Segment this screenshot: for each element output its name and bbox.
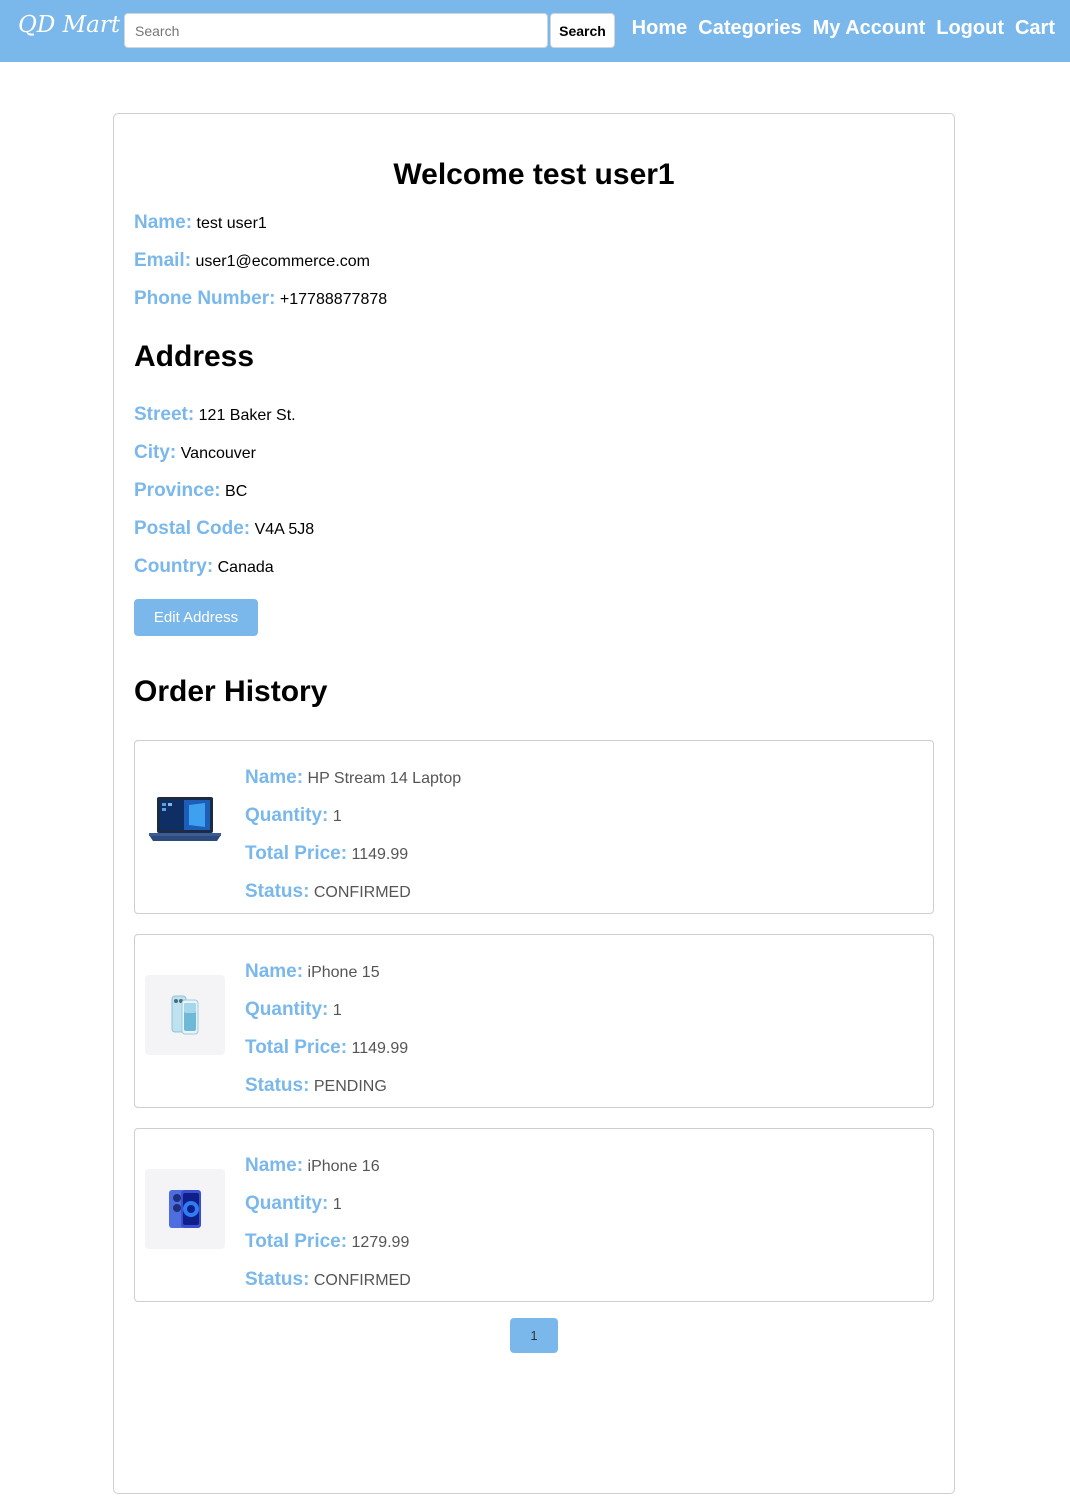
product-image <box>145 1169 225 1249</box>
edit-address-button[interactable]: Edit Address <box>134 599 258 636</box>
field-label: Total Price: <box>245 1037 348 1058</box>
order-status-value: CONFIRMED <box>313 884 411 901</box>
phone-icon <box>171 995 199 1035</box>
order-total-row: Total Price: 1149.99 <box>245 843 408 865</box>
search-input[interactable] <box>124 13 548 48</box>
order-total-value: 1279.99 <box>351 1234 410 1251</box>
order-name-value: iPhone 16 <box>307 1158 380 1175</box>
field-label: Total Price: <box>245 843 348 864</box>
order-status-value: PENDING <box>313 1078 387 1095</box>
order-history-heading: Order History <box>134 675 328 708</box>
field-label: Status: <box>245 881 310 902</box>
order-name-value: HP Stream 14 Laptop <box>307 770 462 787</box>
order-status-row: Status: CONFIRMED <box>245 881 411 903</box>
account-phone-row: Phone Number: +17788877878 <box>134 288 387 310</box>
address-country-value: Canada <box>217 559 274 576</box>
field-label: Status: <box>245 1269 310 1290</box>
address-street-row: Street: 121 Baker St. <box>134 404 296 426</box>
order-name-row: Name: iPhone 16 <box>245 1155 380 1177</box>
account-name-value: test user1 <box>196 215 267 232</box>
order-quantity-value: 1 <box>332 1196 342 1213</box>
order-total-row: Total Price: 1279.99 <box>245 1231 409 1253</box>
field-label: Street: <box>134 404 195 425</box>
navbar: QD Mart Search Home Categories My Accoun… <box>0 0 1070 62</box>
product-image <box>145 781 225 861</box>
address-city-value: Vancouver <box>180 445 256 462</box>
welcome-heading: Welcome test user1 <box>393 158 675 191</box>
field-label: Quantity: <box>245 805 329 826</box>
nav-categories-link[interactable]: Categories <box>698 17 801 40</box>
nav-links: Home Categories My Account Logout Cart <box>632 17 1055 40</box>
search-button[interactable]: Search <box>550 13 615 48</box>
nav-home-link[interactable]: Home <box>632 17 688 40</box>
order-card: Name: iPhone 16 Quantity: 1 Total Price:… <box>134 1128 934 1302</box>
account-email-value: user1@ecommerce.com <box>195 253 370 270</box>
address-postal-row: Postal Code: V4A 5J8 <box>134 518 314 540</box>
field-label: Country: <box>134 556 214 577</box>
order-name-row: Name: HP Stream 14 Laptop <box>245 767 461 789</box>
field-label: Total Price: <box>245 1231 348 1252</box>
account-card: Welcome test user1 Name: test user1 Emai… <box>113 113 955 1494</box>
field-label: Name: <box>134 212 193 233</box>
order-quantity-value: 1 <box>332 808 342 825</box>
field-label: Name: <box>245 961 304 982</box>
phone-icon <box>169 1190 201 1228</box>
field-label: Quantity: <box>245 1193 329 1214</box>
nav-cart-link[interactable]: Cart <box>1015 17 1055 40</box>
address-province-value: BC <box>225 483 248 500</box>
nav-my-account-link[interactable]: My Account <box>813 17 926 40</box>
order-status-row: Status: PENDING <box>245 1075 387 1097</box>
field-label: Postal Code: <box>134 518 251 539</box>
field-label: Name: <box>245 1155 304 1176</box>
address-city-row: City: Vancouver <box>134 442 256 464</box>
account-phone-value: +17788877878 <box>279 291 388 308</box>
order-status-row: Status: CONFIRMED <box>245 1269 411 1291</box>
laptop-icon <box>149 797 221 841</box>
order-total-row: Total Price: 1149.99 <box>245 1037 408 1059</box>
order-card: Name: iPhone 15 Quantity: 1 Total Price:… <box>134 934 934 1108</box>
address-street-value: 121 Baker St. <box>198 407 296 424</box>
field-label: Quantity: <box>245 999 329 1020</box>
account-email-row: Email: user1@ecommerce.com <box>134 250 370 272</box>
address-postal-value: V4A 5J8 <box>254 521 315 538</box>
order-quantity-row: Quantity: 1 <box>245 805 342 827</box>
order-quantity-row: Quantity: 1 <box>245 999 342 1021</box>
field-label: Phone Number: <box>134 288 276 309</box>
order-quantity-value: 1 <box>332 1002 342 1019</box>
address-heading: Address <box>134 340 255 373</box>
product-image <box>145 975 225 1055</box>
order-total-value: 1149.99 <box>351 1040 409 1057</box>
nav-logout-link[interactable]: Logout <box>936 17 1004 40</box>
address-country-row: Country: Canada <box>134 556 274 578</box>
pagination-page-button[interactable]: 1 <box>510 1318 558 1353</box>
address-province-row: Province: BC <box>134 480 247 502</box>
order-quantity-row: Quantity: 1 <box>245 1193 342 1215</box>
account-name-row: Name: test user1 <box>134 212 267 234</box>
field-label: Province: <box>134 480 221 501</box>
order-name-row: Name: iPhone 15 <box>245 961 380 983</box>
order-status-value: CONFIRMED <box>313 1272 411 1289</box>
order-card: Name: HP Stream 14 Laptop Quantity: 1 To… <box>134 740 934 914</box>
logo[interactable]: QD Mart <box>18 12 120 38</box>
field-label: City: <box>134 442 177 463</box>
order-total-value: 1149.99 <box>351 846 409 863</box>
field-label: Status: <box>245 1075 310 1096</box>
field-label: Name: <box>245 767 304 788</box>
field-label: Email: <box>134 250 192 271</box>
order-name-value: iPhone 15 <box>307 964 380 981</box>
